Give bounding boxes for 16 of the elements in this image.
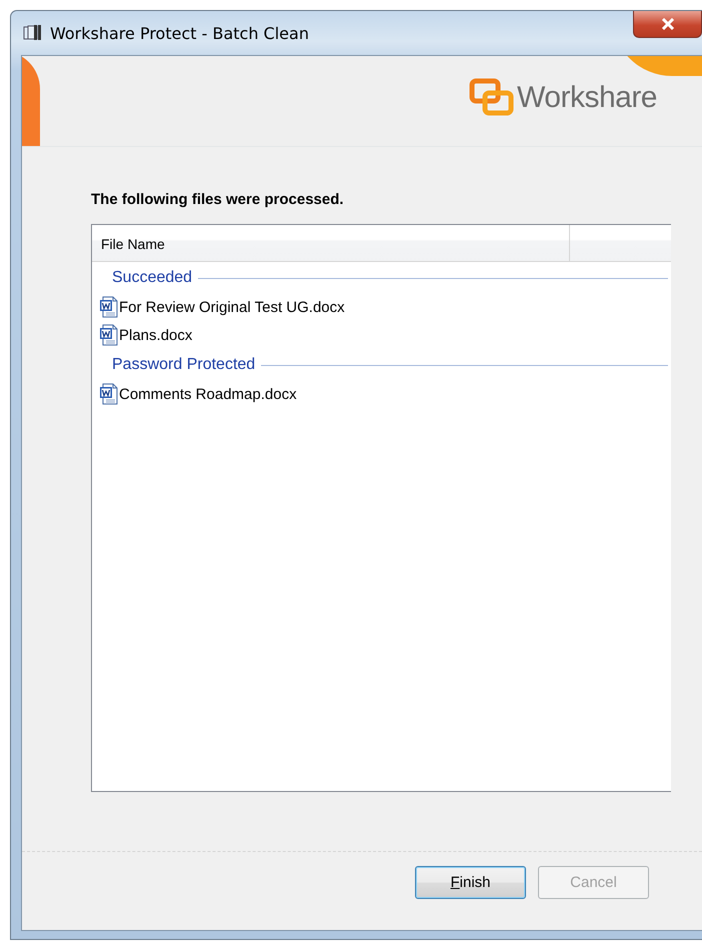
heading: The following files were processed. [91,191,345,208]
group-header: Succeeded [112,269,192,287]
word-document-icon [99,324,119,346]
file-name[interactable]: For Review Original Test UG.docx [119,298,345,316]
documents-icon [22,24,42,42]
logo-text: Workshare [517,81,657,115]
file-name[interactable]: Comments Roadmap.docx [119,386,297,402]
window-title: Workshare Protect - Batch Clean [50,24,309,42]
word-document-icon [99,383,119,405]
file-name[interactable]: Plans.docx [119,326,192,344]
logo-icon [469,78,515,118]
word-document-icon [99,296,119,318]
dialog-button[interactable]: Finish [415,866,526,899]
close-icon [660,18,674,30]
group-header: Password Protected [112,356,256,374]
close-button[interactable] [633,11,702,38]
